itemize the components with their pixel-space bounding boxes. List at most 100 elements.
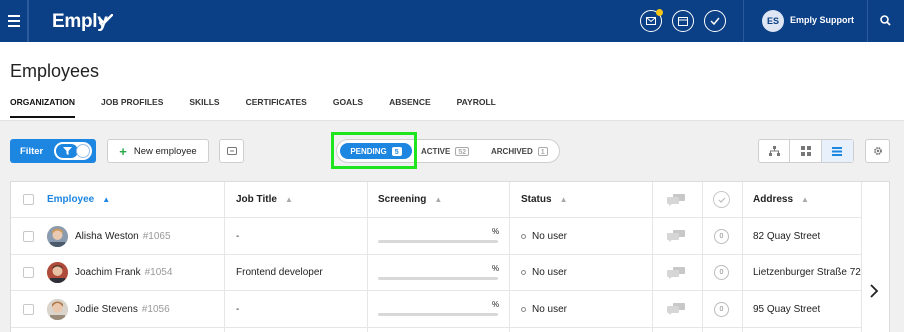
sort-icon: ▲ [284, 195, 293, 204]
completed-count: 0 [714, 301, 729, 317]
check-icon[interactable] [704, 10, 726, 32]
org-chart-view-button[interactable] [759, 140, 791, 162]
tab-payroll[interactable]: PAYROLL [457, 97, 496, 118]
employee-table: Employee ▲ Job Title ▲ Screening ▲ Status ▲ … [10, 181, 890, 332]
screening-progress: % [378, 255, 504, 290]
column-job-title[interactable]: Job Title ▲ [236, 182, 293, 217]
export-button[interactable] [219, 139, 244, 163]
screening-progress: % [378, 218, 504, 254]
column-comments[interactable] [667, 182, 685, 217]
column-completed[interactable] [713, 182, 730, 217]
new-employee-button[interactable]: + New employee [107, 139, 209, 163]
column-employee[interactable]: Employee ▲ [47, 182, 110, 217]
settings-button[interactable] [865, 139, 890, 163]
address: Lietzenburger Straße 72 [753, 267, 861, 278]
notification-dot [656, 9, 663, 16]
status-dot [521, 270, 526, 275]
comments-icon[interactable] [667, 303, 685, 315]
filter-button[interactable]: Filter [10, 139, 96, 163]
sort-icon: ▲ [801, 195, 809, 204]
completed-count: 0 [714, 228, 729, 244]
table-row[interactable]: Joachim Frank #1054 Frontend developer %… [11, 255, 861, 291]
highlight-box [331, 132, 417, 169]
tab-certificates[interactable]: CERTIFICATES [246, 97, 307, 118]
logo-mark-icon [99, 14, 113, 26]
tab-organization[interactable]: ORGANIZATION [10, 97, 76, 118]
check-circle-icon [713, 191, 730, 208]
avatar [47, 262, 68, 283]
address: 82 Quay Street [753, 230, 821, 242]
employee-id: #1056 [141, 303, 170, 315]
row-checkbox[interactable] [23, 230, 34, 242]
funnel-icon [56, 144, 78, 158]
column-screening[interactable]: Screening ▲ [378, 182, 442, 217]
screening-progress: % [378, 291, 504, 327]
table-row[interactable]: Alisha Weston #1065 - % No user 0 82 Qua… [11, 218, 861, 255]
calendar-icon[interactable] [672, 10, 694, 32]
user-avatar[interactable]: ES [762, 10, 784, 32]
search-icon[interactable] [880, 15, 891, 26]
comments-icon[interactable] [667, 230, 685, 242]
plus-icon: + [119, 143, 127, 159]
menu-icon[interactable] [0, 0, 28, 42]
avatar [47, 298, 68, 320]
comments-icon[interactable] [667, 266, 685, 279]
job-title: - [236, 303, 240, 315]
row-checkbox[interactable] [23, 303, 34, 315]
column-status[interactable]: Status ▲ [521, 182, 567, 217]
employee-id: #1054 [144, 267, 173, 278]
comments-icon [667, 193, 685, 206]
section-tabs: ORGANIZATION JOB PROFILES SKILLS CERTIFI… [10, 97, 522, 118]
grid-icon [800, 146, 811, 156]
column-address[interactable]: Address ▲ [753, 182, 809, 217]
table-header: Employee ▲ Job Title ▲ Screening ▲ Status ▲ … [11, 182, 861, 218]
new-employee-label: New employee [133, 145, 197, 157]
active-count: 52 [455, 146, 470, 156]
filter-toggle[interactable] [54, 142, 92, 160]
archived-count: 1 [537, 146, 548, 156]
mail-icon[interactable] [640, 9, 663, 32]
employee-name[interactable]: Jodie Stevens [75, 304, 138, 315]
active-label: ACTIVE [421, 146, 451, 156]
employee-name[interactable]: Joachim Frank [75, 267, 141, 278]
table-row[interactable]: Jodie Stevens #1056 - % No user 0 95 Qua… [11, 291, 861, 328]
top-navigation-bar: Emply ES Emply Support [0, 0, 904, 42]
avatar [47, 225, 68, 247]
tab-skills[interactable]: SKILLS [189, 97, 219, 118]
sort-icon: ▲ [434, 195, 443, 204]
list-icon [832, 146, 843, 156]
completed-count: 0 [714, 265, 729, 280]
status-archived-button[interactable]: ARCHIVED 1 [491, 143, 548, 159]
sort-icon: ▲ [559, 195, 568, 204]
job-title: - [236, 230, 240, 242]
employee-id: #1065 [142, 230, 171, 242]
status-dot [521, 233, 526, 239]
scroll-right-icon[interactable] [869, 284, 879, 298]
filter-label: Filter [20, 145, 44, 157]
tab-job-profiles[interactable]: JOB PROFILES [101, 97, 163, 118]
user-status: No user [532, 303, 568, 315]
row-checkbox[interactable] [23, 267, 34, 278]
card-icon [226, 147, 237, 155]
job-title: Frontend developer [236, 267, 323, 278]
gear-icon [873, 147, 882, 155]
page-header: Employees ORGANIZATION JOB PROFILES SKIL… [0, 42, 904, 121]
status-active-button[interactable]: ACTIVE 52 [421, 143, 470, 159]
employee-name[interactable]: Alisha Weston [75, 231, 139, 242]
tab-absence[interactable]: ABSENCE [389, 97, 431, 118]
user-status: No user [532, 267, 568, 278]
list-view-button[interactable] [821, 140, 853, 162]
page-title: Employees [10, 61, 100, 81]
archived-label: ARCHIVED [491, 146, 533, 156]
toggle-knob [76, 144, 90, 158]
user-status: No user [532, 230, 568, 242]
view-switcher [758, 139, 854, 163]
address: 95 Quay Street [753, 303, 821, 315]
grid-view-button[interactable] [790, 140, 822, 162]
tab-goals[interactable]: GOALS [333, 97, 363, 118]
select-all-checkbox[interactable] [23, 194, 34, 205]
sort-asc-icon: ▲ [102, 195, 111, 204]
org-chart-icon [768, 146, 780, 156]
user-name[interactable]: Emply Support [790, 15, 854, 25]
status-dot [521, 306, 526, 312]
